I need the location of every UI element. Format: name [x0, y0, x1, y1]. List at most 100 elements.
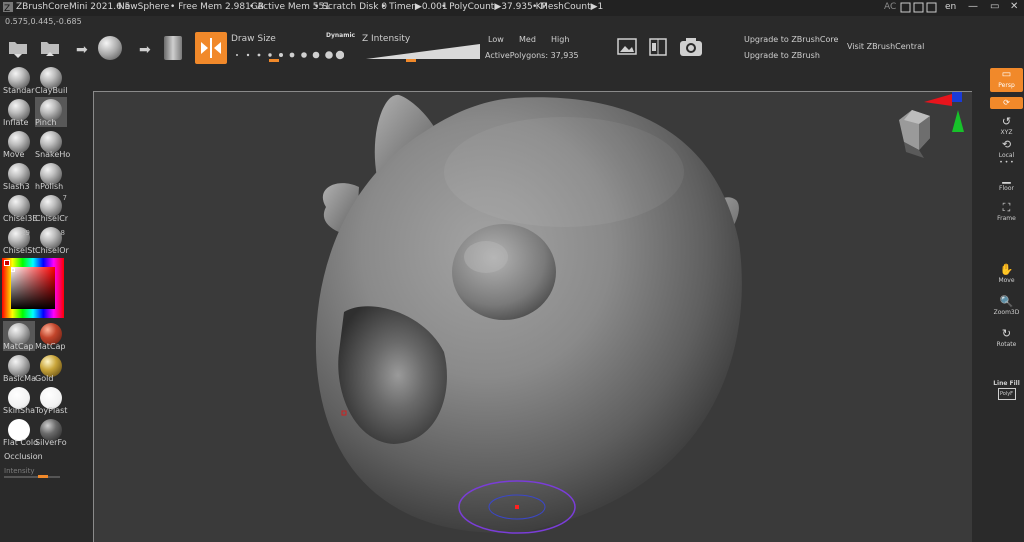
camera-icon[interactable]	[678, 36, 704, 62]
right-shelf: ▭ Persp ⟳ ↺ XYZ ⟲ Local • • • ▁ Floor ⛶ …	[987, 63, 1024, 542]
material-label: MatCap	[35, 342, 66, 351]
linefill-label: Line Fill	[993, 380, 1020, 387]
upgrade-zbrushcore-button[interactable]: Upgrade to ZBrushCore	[744, 35, 838, 44]
scratch-disk: • Scratch Disk 0	[314, 2, 388, 12]
floor-icon: ▁	[1002, 171, 1011, 184]
material-label: MatCap	[3, 342, 34, 351]
rotate-button[interactable]: ↻ Rotate	[990, 327, 1023, 355]
material-skinshade[interactable]: SkinSha	[3, 385, 35, 415]
brush-label: Pinch	[35, 118, 57, 127]
left-shelf: Standar ClayBuil Inflate Pinch Move Snak…	[0, 63, 70, 542]
zoom3d-label: Zoom3D	[993, 309, 1020, 316]
color-picker[interactable]	[2, 258, 64, 318]
brush-badge: 7	[62, 194, 67, 202]
brush-label: ClayBuil	[35, 86, 68, 95]
viewport-canvas[interactable]	[93, 91, 972, 542]
draw-size-indicator[interactable]	[269, 59, 279, 62]
low-button[interactable]: Low	[488, 35, 504, 44]
material-label: SilverFo	[35, 438, 67, 447]
material-silverfoil[interactable]: SilverFo	[35, 417, 67, 447]
brush-inflate[interactable]: Inflate	[3, 97, 35, 127]
intensity-indicator[interactable]	[38, 475, 48, 478]
z-intensity-indicator[interactable]	[406, 59, 416, 62]
local-icon: ⟲	[1001, 138, 1012, 151]
intensity-label: Intensity	[4, 467, 35, 475]
brush-slash3[interactable]: Slash3	[3, 161, 35, 191]
brush-chiselorganic[interactable]: ChiselOr 8	[35, 225, 69, 255]
material-matcap-gray[interactable]: MatCap	[3, 321, 35, 351]
polyf-icon: PolyF	[997, 388, 1016, 400]
frame-label: Frame	[997, 215, 1016, 222]
saturation-value-square[interactable]	[11, 267, 55, 309]
material-toyplastic[interactable]: ToyPlast	[35, 385, 67, 415]
brush-label: ChiselOr	[35, 246, 69, 255]
brush-badge: 8	[60, 229, 65, 237]
top-toolbar: ➡ ➡ Draw Size Dynamic Z Intensity Low Me…	[0, 30, 1024, 66]
brush-badge: 29	[21, 229, 30, 237]
brush-label: Inflate	[3, 118, 29, 127]
floor-label: Floor	[999, 185, 1014, 192]
persp-button[interactable]: ▭ Persp	[990, 68, 1023, 92]
brush-chiselstandard[interactable]: ChiselSt 29	[3, 225, 35, 255]
material-matcap-red[interactable]: MatCap	[35, 321, 67, 351]
material-label: ToyPlast	[35, 406, 68, 415]
book-icon[interactable]	[648, 37, 668, 61]
material-gold[interactable]: Gold	[35, 353, 67, 383]
occlusion-button[interactable]: Occlusion	[4, 452, 43, 461]
symmetry-button[interactable]	[195, 32, 227, 64]
material-basic[interactable]: BasicMa	[3, 353, 36, 383]
move-button[interactable]: ✋ Move	[990, 263, 1023, 291]
brush-pinch[interactable]: Pinch	[35, 97, 67, 127]
linefill-button[interactable]: Line Fill PolyF	[990, 380, 1023, 408]
brush-snakehook[interactable]: SnakeHo	[35, 129, 70, 159]
brush-claybuildup[interactable]: ClayBuil	[35, 65, 67, 95]
brush-hpolish[interactable]: hPolish	[35, 161, 67, 191]
xyz-icon: ↺	[1001, 115, 1012, 128]
material-label: Flat Colo	[3, 438, 39, 447]
brush-label: Move	[3, 150, 25, 159]
brush-label: hPolish	[35, 182, 64, 191]
z-intensity-slider[interactable]	[366, 44, 480, 64]
local-dots: • • •	[999, 159, 1014, 166]
upgrade-zbrush-button[interactable]: Upgrade to ZBrush	[744, 51, 820, 60]
image-icon[interactable]	[617, 37, 637, 61]
close-icon[interactable]: ✕	[1010, 1, 1018, 14]
sphere-tool-icon[interactable]	[98, 36, 122, 60]
brush-label: ChiselSt	[3, 246, 36, 255]
open-icon[interactable]	[6, 36, 30, 62]
brush-label: SnakeHo	[35, 150, 71, 159]
floor-grid-button[interactable]: ⟳	[990, 97, 1023, 109]
high-button[interactable]: High	[551, 35, 569, 44]
brush-standard[interactable]: Standar	[3, 65, 35, 95]
brush-move[interactable]: Move	[3, 129, 35, 159]
title-bar: Z ZBrushCoreMini 2021.6.5 NewSphere • Fr…	[0, 0, 1024, 16]
xyz-label: XYZ	[1000, 129, 1013, 136]
arrow-right-icon: ➡	[76, 42, 88, 58]
material-flatcolor[interactable]: Flat Colo	[3, 417, 38, 447]
local-button[interactable]: ⟲ Local • • •	[990, 138, 1023, 166]
coordinates-readout: 0.575,0.445,-0.685	[5, 17, 82, 26]
minimize-icon[interactable]: —	[968, 1, 978, 14]
window-icon[interactable]: ▭	[990, 1, 999, 14]
navigation-cube-icon[interactable]	[894, 92, 972, 168]
ac-label[interactable]: AC	[884, 2, 896, 12]
frame-button[interactable]: ⛶ Frame	[990, 201, 1023, 229]
cylinder-tool-icon[interactable]	[164, 36, 182, 60]
draw-size-label: Draw Size	[231, 34, 276, 44]
sculpt-model[interactable]	[94, 92, 972, 542]
menu-icons[interactable]	[900, 1, 940, 14]
meshcount: • MeshCount▶1	[532, 2, 604, 12]
intensity-slider[interactable]	[4, 476, 60, 478]
brush-chisel3d[interactable]: Chisel3E	[3, 193, 37, 223]
language-label[interactable]: en	[945, 2, 956, 12]
draw-size-dots[interactable]	[234, 46, 345, 65]
zoom3d-button[interactable]: 🔍 Zoom3D	[990, 295, 1023, 323]
brush-chiselcreature[interactable]: ChiselCr 7	[35, 193, 68, 223]
frame-icon: ⛶	[1002, 201, 1011, 214]
arrow-right-icon: ➡	[139, 42, 151, 58]
med-button[interactable]: Med	[519, 35, 536, 44]
save-icon[interactable]	[38, 36, 62, 62]
visit-zbrushcentral-button[interactable]: Visit ZBrushCentral	[847, 42, 924, 51]
dynamic-label[interactable]: Dynamic	[326, 32, 355, 39]
floor-button[interactable]: ▁ Floor	[990, 171, 1023, 199]
